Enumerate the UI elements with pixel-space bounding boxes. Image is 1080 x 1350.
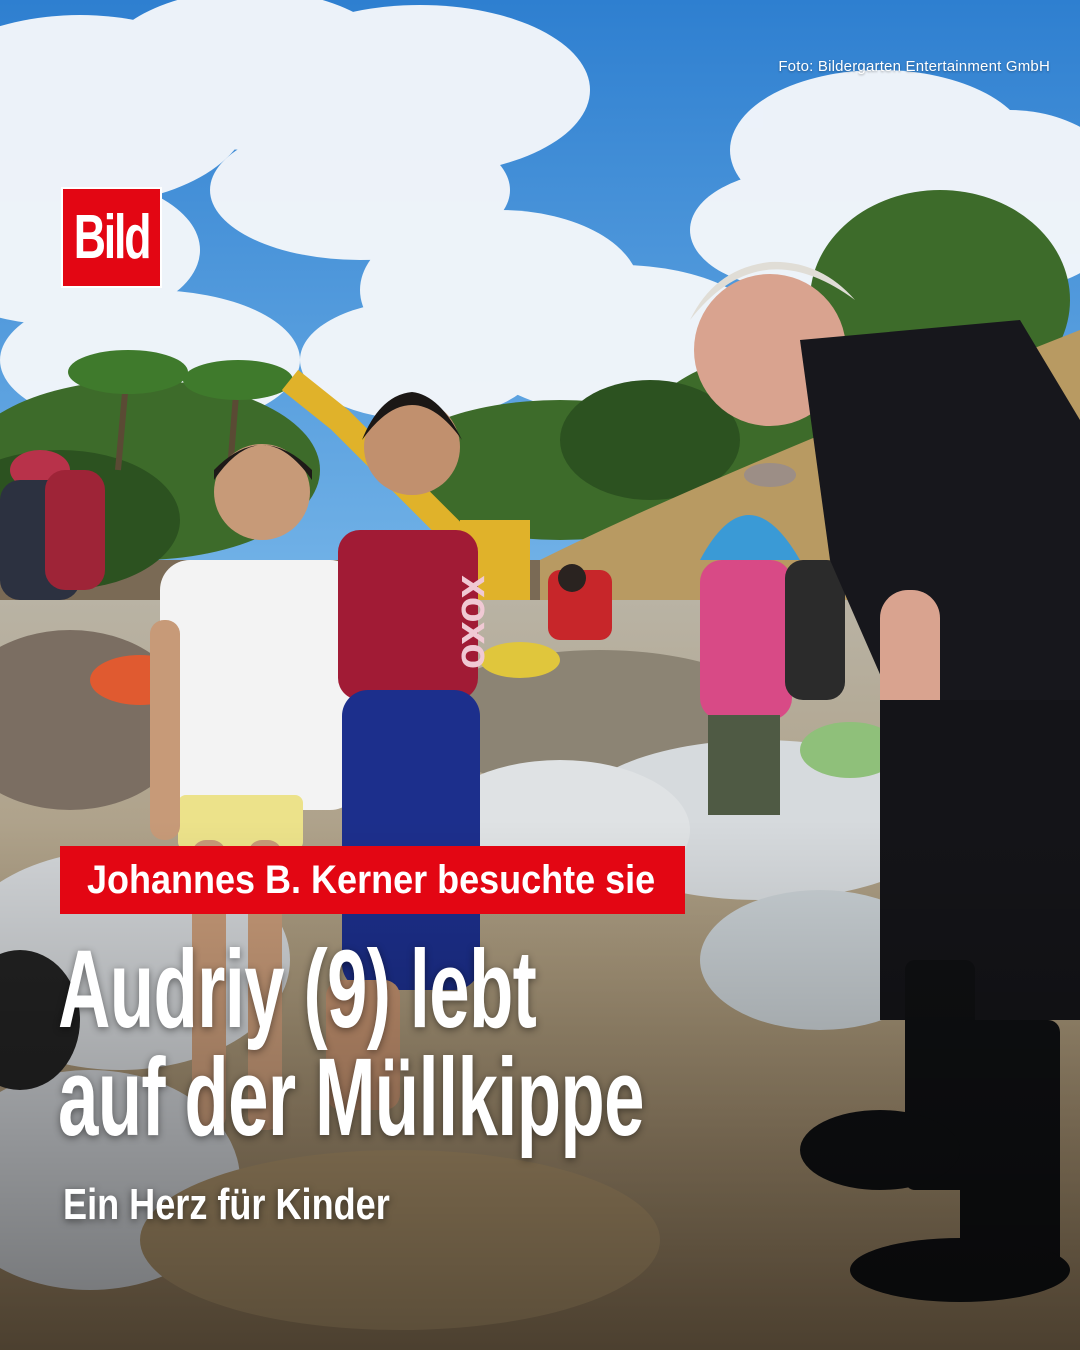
social-post: XOXO Foto: Bildergarten Entertainment Gm… [0, 0, 1080, 1350]
photo-credit: Foto: Bildergarten Entertainment GmbH [778, 58, 1050, 75]
bild-logo-text: Bild [73, 202, 152, 272]
headline: Audriy (9) lebt auf der Müllkippe [58, 928, 718, 1159]
headline-line-1: Audriy (9) lebt [58, 928, 537, 1051]
subline: Ein Herz für Kinder [63, 1180, 390, 1229]
kicker-text: Johannes B. Kerner besuchte sie [87, 857, 656, 902]
kicker-banner: Johannes B. Kerner besuchte sie [60, 846, 686, 914]
headline-line-2: auf der Müllkippe [58, 1036, 644, 1159]
bild-logo: Bild [61, 187, 162, 288]
shirt-print: XOXO [454, 575, 489, 669]
